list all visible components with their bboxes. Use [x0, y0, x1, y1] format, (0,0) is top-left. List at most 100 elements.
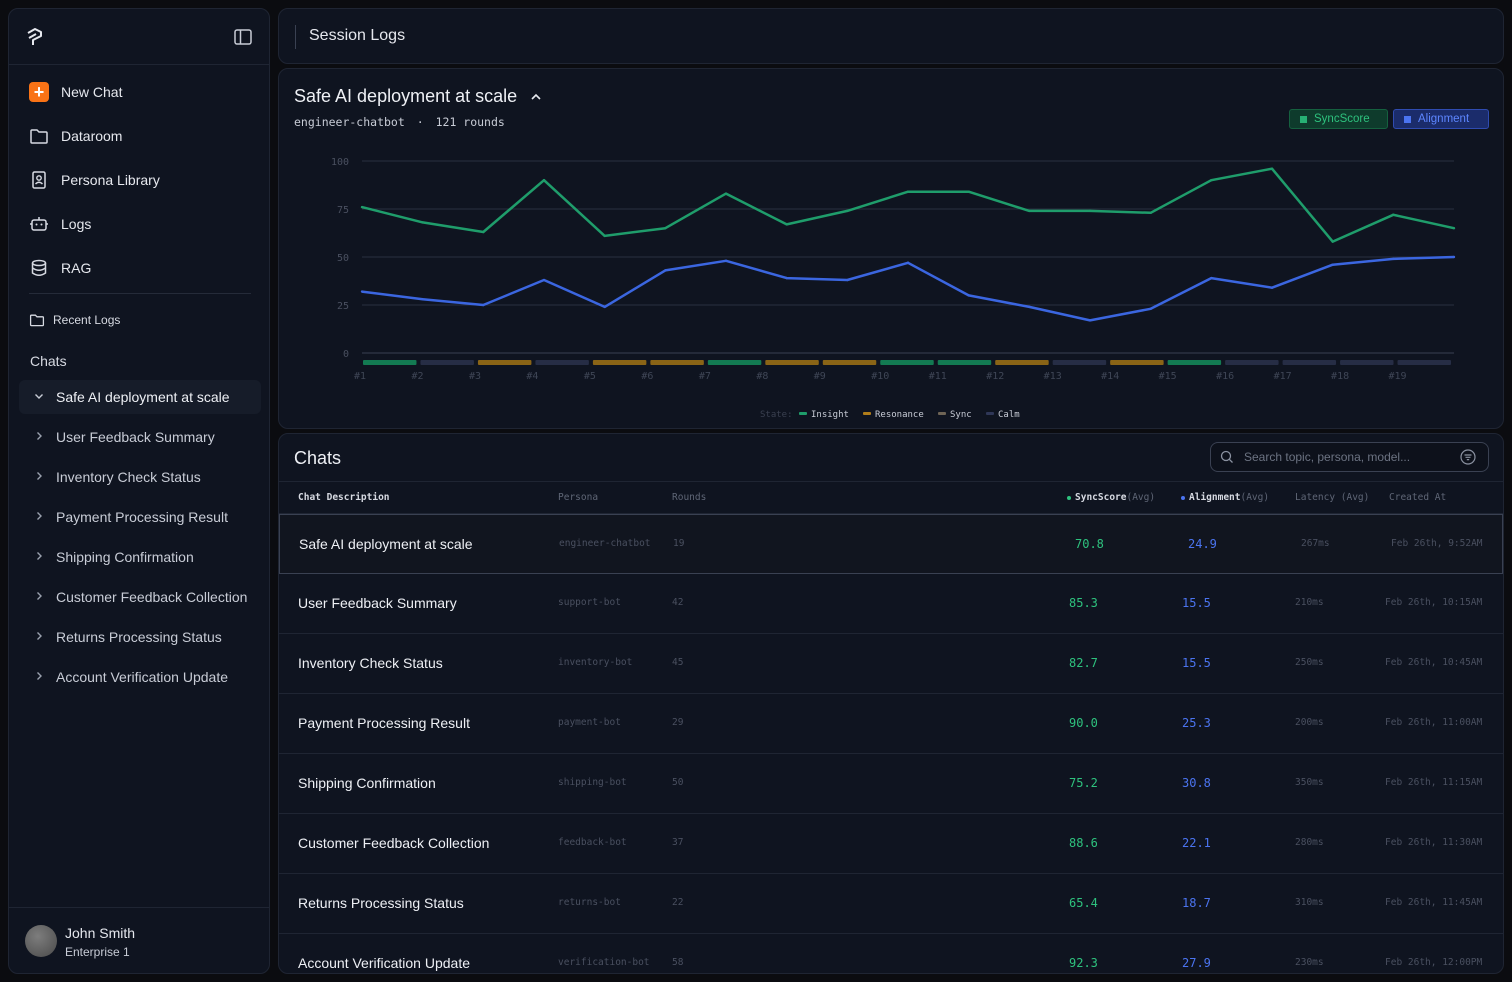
sidebar-chat-label: User Feedback Summary [56, 429, 215, 445]
x-tick-label: #8 [756, 371, 768, 382]
y-tick-label: 100 [331, 157, 349, 168]
cell-syncscore: 92.3 [1069, 956, 1098, 970]
robot-icon [30, 217, 48, 231]
cell-syncscore: 75.2 [1069, 776, 1098, 790]
state-legend-item: Calm [998, 410, 1020, 420]
cell-rounds: 50 [672, 777, 684, 788]
state-bar [420, 360, 474, 365]
data-point [1028, 209, 1031, 213]
table-row[interactable]: Inventory Check Status inventory-bot 45 82.… [279, 634, 1503, 694]
sidebar-chat-item[interactable]: User Feedback Summary [19, 420, 261, 454]
data-point [1210, 276, 1213, 280]
state-legend-swatch [863, 412, 871, 415]
cell-rounds: 45 [672, 657, 684, 668]
sidebar-chat-item[interactable]: Inventory Check Status [19, 460, 261, 494]
sidebar-toggle-icon[interactable] [233, 27, 253, 47]
user-profile[interactable]: John Smith Enterprise 1 [9, 907, 269, 973]
col-header-alignment[interactable]: Alignment(Avg) [1181, 492, 1269, 503]
recent-logs-link[interactable]: Recent Logs [29, 312, 120, 328]
sidebar-chat-item[interactable]: Safe AI deployment at scale [19, 380, 261, 414]
search-icon [1220, 450, 1233, 463]
legend-alignment-toggle[interactable]: Alignment [1393, 109, 1489, 129]
nav-persona-library[interactable]: Persona Library [29, 166, 160, 194]
chevron-right-icon [33, 430, 45, 445]
col-header-description[interactable]: Chat Description [298, 492, 390, 503]
chevron-up-icon[interactable] [529, 90, 543, 104]
state-legend-swatch [938, 412, 946, 415]
col-header-persona[interactable]: Persona [558, 492, 598, 503]
nav-logs[interactable]: Logs [29, 210, 91, 238]
cell-description: Returns Processing Status [298, 895, 464, 911]
col-header-rounds[interactable]: Rounds [672, 492, 706, 503]
cell-alignment: 24.9 [1188, 537, 1217, 551]
sidebar-header [9, 9, 269, 65]
sidebar-chat-item[interactable]: Shipping Confirmation [19, 540, 261, 574]
table-row[interactable]: Safe AI deployment at scale engineer-chat… [279, 514, 1503, 574]
table-row[interactable]: Customer Feedback Collection feedback-bot… [279, 814, 1503, 874]
chevron-right-icon [33, 470, 45, 485]
table-row[interactable]: Shipping Confirmation shipping-bot 50 75.2 3… [279, 754, 1503, 814]
data-point [846, 209, 849, 213]
state-bar [1282, 360, 1337, 365]
nav-new-chat[interactable]: + New Chat [29, 78, 122, 106]
sidebar-chat-item[interactable]: Payment Processing Result [19, 500, 261, 534]
nav-label: RAG [61, 260, 92, 276]
cell-rounds: 22 [672, 897, 684, 908]
col-header-created[interactable]: Created At [1389, 492, 1446, 503]
state-bar [707, 360, 762, 365]
col-header-latency[interactable]: Latency (Avg) [1295, 492, 1369, 503]
state-bar [535, 360, 589, 365]
avg-suffix: (Avg) [1126, 492, 1156, 503]
cell-description: Customer Feedback Collection [298, 835, 490, 851]
syncscore-dot [1067, 495, 1071, 500]
plus-icon: + [29, 82, 49, 102]
data-point [421, 298, 424, 301]
state-bar [937, 360, 992, 365]
data-point [482, 230, 485, 234]
data-point [1210, 179, 1213, 182]
sidebar-chat-item[interactable]: Customer Feedback Collection [19, 580, 261, 614]
legend-syncscore-toggle[interactable]: SyncScore [1289, 109, 1388, 129]
table-row[interactable]: Account Verification Update verification-… [279, 934, 1503, 973]
data-point [846, 278, 849, 282]
search-input[interactable] [1244, 450, 1460, 464]
legend-syncscore-label: SyncScore [1314, 113, 1370, 125]
database-icon [31, 259, 47, 276]
data-point [967, 190, 970, 193]
y-tick-label: 50 [337, 253, 349, 264]
state-bar [1167, 360, 1222, 365]
x-tick-label: #1 [354, 371, 366, 382]
nav-dataroom[interactable]: Dataroom [29, 122, 122, 150]
col-header-syncscore[interactable]: SyncScore(Avg) [1067, 492, 1155, 503]
cell-created: Feb 26th, 11:15AM [1385, 777, 1483, 788]
nav-rag[interactable]: RAG [29, 254, 91, 282]
logo-icon[interactable] [25, 27, 45, 47]
data-point [1452, 227, 1456, 230]
table-row[interactable]: Returns Processing Status returns-bot 22 65… [279, 874, 1503, 934]
table-row[interactable]: Payment Processing Result payment-bot 29 90… [279, 694, 1503, 754]
state-bar [363, 360, 417, 365]
table-row[interactable]: User Feedback Summary support-bot 42 85.3 15… [279, 574, 1503, 634]
cell-description: Shipping Confirmation [298, 775, 436, 791]
cell-rounds: 37 [672, 837, 684, 848]
data-point [421, 221, 424, 224]
cell-alignment: 25.3 [1182, 716, 1211, 730]
chart-subtitle: engineer-chatbot · 121 rounds [294, 115, 505, 129]
x-tick-label: #12 [986, 371, 1004, 382]
sidebar-chat-label: Account Verification Update [56, 669, 228, 685]
x-tick-label: #11 [929, 371, 947, 382]
data-point [664, 227, 667, 230]
folder-icon [30, 129, 48, 144]
data-point [664, 269, 667, 272]
sidebar-chat-item[interactable]: Returns Processing Status [19, 620, 261, 654]
x-tick-label: #14 [1101, 371, 1119, 382]
cell-alignment: 22.1 [1182, 836, 1211, 850]
filter-icon[interactable] [1460, 449, 1476, 465]
sidebar-chat-item[interactable]: Account Verification Update [19, 660, 261, 694]
x-tick-label: #18 [1331, 371, 1349, 382]
data-point [603, 305, 606, 309]
y-tick-label: 75 [337, 205, 349, 216]
cell-latency: 200ms [1295, 717, 1324, 728]
recent-logs-label: Recent Logs [53, 313, 121, 327]
x-tick-label: #19 [1389, 371, 1407, 382]
